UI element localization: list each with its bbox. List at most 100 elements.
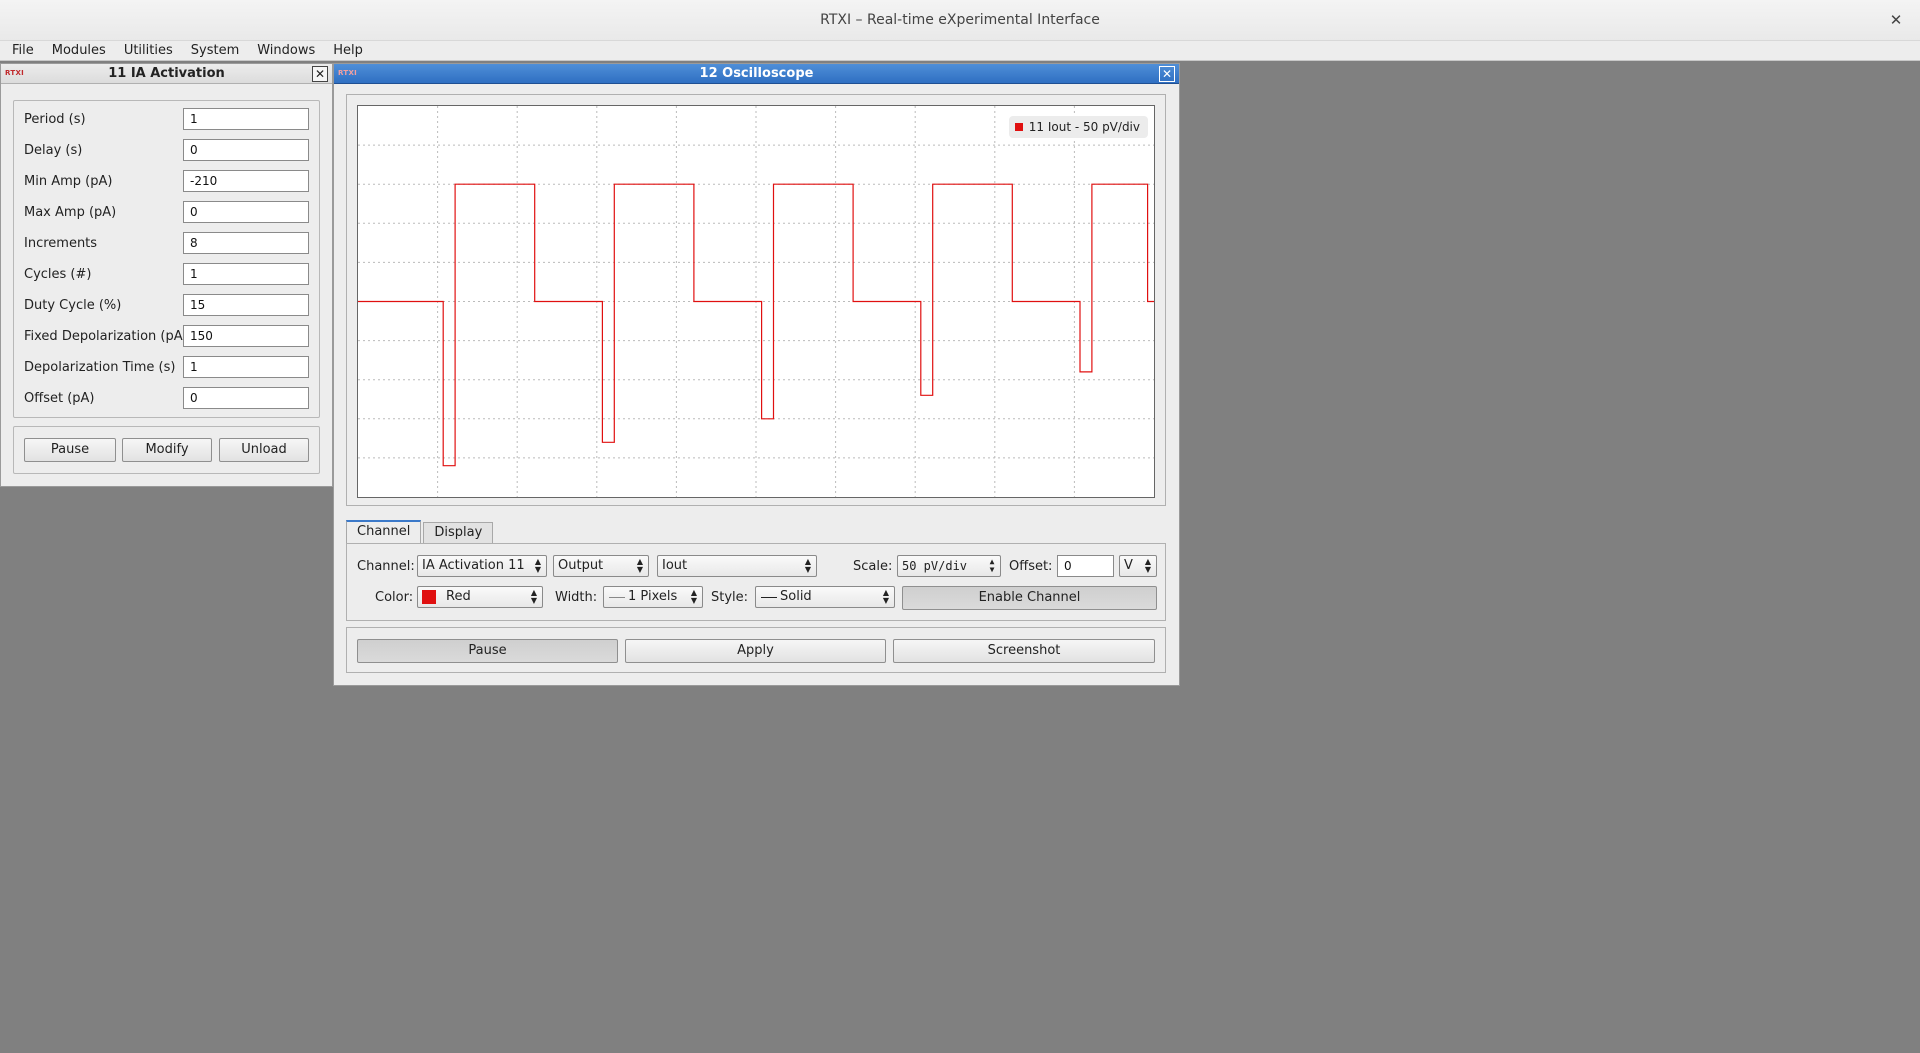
channel-label: Channel: [357, 559, 415, 574]
spin-arrows-icon: ▲ ▼ [636, 557, 644, 574]
param-label: Max Amp (pA) [24, 205, 117, 220]
color-value: Red [446, 589, 471, 604]
scale-label: Scale: [853, 559, 893, 574]
spin-arrows-icon: ▲ ▼ [534, 557, 542, 574]
plot-legend: 11 Iout - 50 pV/div [1008, 116, 1148, 138]
menubar: File Modules Utilities System Windows He… [0, 41, 1920, 61]
cycles-input[interactable]: 1 [183, 263, 309, 285]
param-row-duty-cycle: Duty Cycle (%) 15 [14, 291, 319, 322]
param-label: Depolarization Time (s) [24, 360, 176, 375]
style-select[interactable]: Solid ▲ ▼ [755, 586, 895, 608]
pause-button[interactable]: Pause [24, 438, 116, 462]
param-row-period: Period (s) 1 [14, 105, 319, 136]
menu-utilities[interactable]: Utilities [124, 43, 173, 58]
fixed-depolarization-input[interactable]: 150 [183, 325, 309, 347]
param-row-cycles: Cycles (#) 1 [14, 260, 319, 291]
width-value: 1 Pixels [628, 589, 678, 604]
menu-windows[interactable]: Windows [257, 43, 315, 58]
scope-svg [358, 106, 1154, 497]
plot-frame: 11 Iout - 50 pV/div [346, 94, 1166, 506]
menu-system[interactable]: System [191, 43, 239, 58]
spin-arrows-icon: ▲ ▼ [804, 557, 812, 574]
param-row-fixed-depolarization: Fixed Depolarization (pA) 150 [14, 322, 319, 353]
osc-tabs: Channel Display [346, 520, 495, 544]
menu-file[interactable]: File [12, 43, 34, 58]
pause-button[interactable]: Pause [357, 639, 618, 663]
channel-signal-value: Iout [662, 558, 688, 573]
delay-input[interactable]: 0 [183, 139, 309, 161]
param-row-delay: Delay (s) 0 [14, 136, 319, 167]
apply-button[interactable]: Apply [625, 639, 886, 663]
screenshot-button[interactable]: Screenshot [893, 639, 1155, 663]
increments-input[interactable]: 8 [183, 232, 309, 254]
param-label: Increments [24, 236, 98, 251]
tab-display[interactable]: Display [423, 522, 494, 544]
close-icon[interactable]: ✕ [1159, 66, 1175, 82]
legend-swatch [1014, 123, 1023, 131]
rtxi-logo: RTXI [338, 69, 358, 77]
app-close-icon[interactable]: ✕ [1886, 10, 1906, 30]
color-select[interactable]: Red ▲ ▼ [417, 586, 543, 608]
scale-value: 50 pV/div [902, 559, 968, 573]
enable-channel-button[interactable]: Enable Channel [902, 586, 1157, 610]
line-width-icon [609, 597, 625, 598]
legend-label: 11 Iout - 50 pV/div [1028, 120, 1140, 134]
menu-help[interactable]: Help [333, 43, 363, 58]
spin-arrows-icon: ▲ ▼ [1144, 557, 1152, 574]
app-title: RTXI – Real-time eXperimental Interface [820, 12, 1100, 28]
param-label: Fixed Depolarization (pA) [24, 329, 188, 344]
style-label: Style: [711, 590, 749, 605]
param-label: Min Amp (pA) [24, 174, 113, 189]
ia-window-titlebar[interactable]: RTXI 11 IA Activation ✕ [1, 64, 332, 84]
param-row-offset: Offset (pA) 0 [14, 384, 319, 415]
scope-plot[interactable]: 11 Iout - 50 pV/div [357, 105, 1155, 498]
line-style-icon [761, 597, 777, 598]
param-label: Period (s) [24, 112, 86, 127]
param-row-increments: Increments 8 [14, 229, 319, 260]
param-row-min-amp: Min Amp (pA) -210 [14, 167, 319, 198]
channel-block-select[interactable]: IA Activation 11 ▲ ▼ [417, 555, 547, 577]
scale-select[interactable]: 50 pV/div ▲ ▼ [897, 555, 1001, 577]
width-select[interactable]: 1 Pixels ▲ ▼ [603, 586, 703, 608]
offset-unit-value: V [1124, 558, 1133, 573]
period-input[interactable]: 1 [183, 108, 309, 130]
depolarization-time-input[interactable]: 1 [183, 356, 309, 378]
channel-type-value: Output [558, 558, 604, 573]
modify-button[interactable]: Modify [122, 438, 212, 462]
menu-modules[interactable]: Modules [52, 43, 106, 58]
offset-unit-select[interactable]: V ▲ ▼ [1119, 555, 1157, 577]
red-swatch-icon [422, 590, 436, 604]
offset-input[interactable]: 0 [183, 387, 309, 409]
ia-window-title: 11 IA Activation [108, 66, 225, 81]
param-label: Cycles (#) [24, 267, 92, 282]
offset-field[interactable]: 0 [1057, 555, 1114, 577]
oscilloscope-window: RTXI 12 Oscilloscope ✕ 11 Iout - 50 pV/d… [333, 63, 1180, 686]
duty-cycle-input[interactable]: 15 [183, 294, 309, 316]
min-amp-input[interactable]: -210 [183, 170, 309, 192]
channel-type-select[interactable]: Output ▲ ▼ [553, 555, 649, 577]
offset-label: Offset: [1009, 559, 1053, 574]
osc-window-title: 12 Oscilloscope [699, 66, 814, 81]
channel-panel: Channel: IA Activation 11 ▲ ▼ Output ▲ ▼ I… [346, 543, 1166, 621]
rtxi-logo: RTXI [5, 69, 25, 77]
param-label: Duty Cycle (%) [24, 298, 122, 313]
max-amp-input[interactable]: 0 [183, 201, 309, 223]
unload-button[interactable]: Unload [219, 438, 309, 462]
param-row-max-amp: Max Amp (pA) 0 [14, 198, 319, 229]
channel-block-value: IA Activation 11 [422, 558, 525, 573]
spin-arrows-icon: ▲ ▼ [989, 557, 995, 574]
param-label: Delay (s) [24, 143, 83, 158]
app-titlebar: RTXI – Real-time eXperimental Interface … [0, 0, 1920, 41]
osc-window-titlebar[interactable]: RTXI 12 Oscilloscope ✕ [334, 64, 1179, 84]
spin-arrows-icon: ▲ ▼ [882, 588, 890, 605]
osc-buttons-group: Pause Apply Screenshot [346, 627, 1166, 673]
style-value: Solid [780, 589, 812, 604]
width-label: Width: [555, 590, 598, 605]
spin-arrows-icon: ▲ ▼ [690, 588, 698, 605]
channel-signal-select[interactable]: Iout ▲ ▼ [657, 555, 817, 577]
ia-activation-window: RTXI 11 IA Activation ✕ Period (s) 1 Del… [0, 63, 333, 487]
tab-channel[interactable]: Channel [346, 520, 422, 544]
close-icon[interactable]: ✕ [312, 66, 328, 82]
color-label: Color: [375, 590, 414, 605]
parameters-group: Period (s) 1 Delay (s) 0 Min Amp (pA) -2… [13, 100, 320, 418]
